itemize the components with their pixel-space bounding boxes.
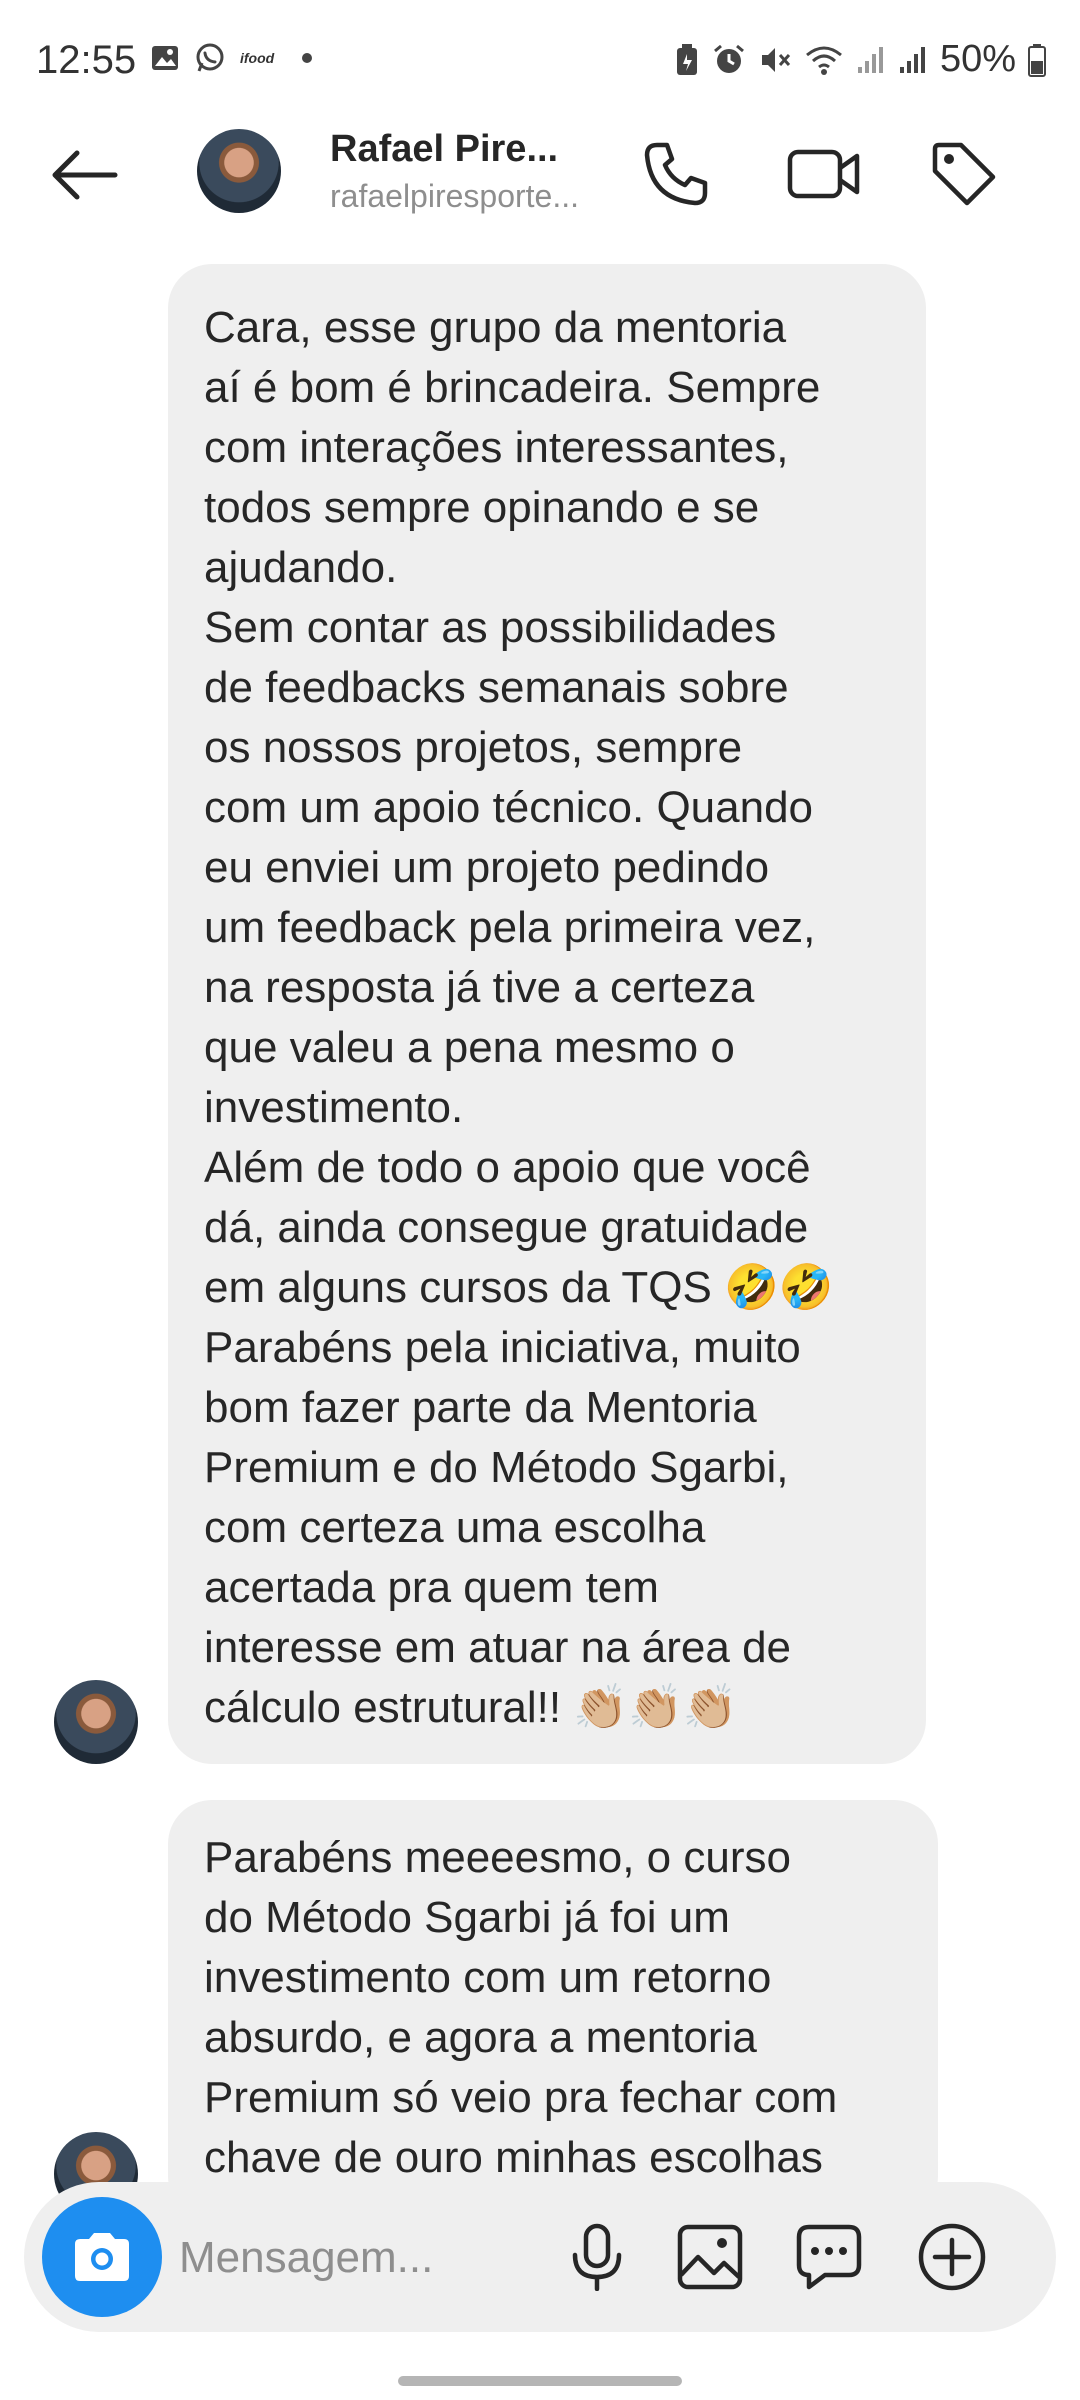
alarm-icon	[713, 44, 744, 73]
ifood-notification-icon: ifood	[240, 50, 275, 66]
back-button[interactable]	[44, 140, 124, 210]
sticker-button[interactable]	[784, 2212, 874, 2302]
chat-header: Rafael Pire... rafaelpiresporte...	[0, 120, 1080, 230]
signal-icon-2	[899, 46, 925, 73]
contact-username[interactable]: rafaelpiresporte...	[330, 178, 579, 215]
voice-call-button[interactable]	[636, 134, 716, 214]
battery-percentage: 50%	[939, 38, 1016, 80]
message-bubble[interactable]: Parabéns meeeesmo, o curso do Método Sga…	[168, 1800, 938, 2220]
signal-icon	[857, 46, 883, 73]
sender-avatar[interactable]	[54, 1680, 138, 1764]
tag-button[interactable]	[924, 134, 1004, 214]
image-icon	[677, 2224, 743, 2290]
system-icons: 50%	[674, 38, 1046, 81]
battery-saver-icon	[676, 43, 697, 75]
camera-icon	[75, 2233, 129, 2281]
battery-icon	[1028, 43, 1046, 77]
message-composer	[24, 2182, 1056, 2332]
profile-avatar[interactable]	[197, 129, 281, 213]
wifi-icon	[805, 46, 842, 75]
mute-icon	[761, 47, 791, 72]
more-notifications-dot	[302, 53, 313, 63]
message-bubble[interactable]: Cara, esse grupo da mentoria aí é bom é …	[168, 264, 926, 1764]
message-input[interactable]	[179, 2228, 449, 2288]
tag-icon	[932, 142, 996, 206]
back-arrow-icon	[52, 150, 118, 200]
camera-button[interactable]	[42, 2197, 162, 2317]
plus-circle-icon	[918, 2223, 986, 2291]
status-bar: 12:55 ifood 50%	[0, 0, 1080, 125]
more-options-button[interactable]	[907, 2212, 997, 2302]
whatsapp-notification-icon	[196, 43, 224, 72]
home-indicator[interactable]	[398, 2376, 682, 2386]
gallery-button[interactable]	[665, 2212, 755, 2302]
video-call-button[interactable]	[784, 134, 864, 214]
voice-message-button[interactable]	[552, 2212, 642, 2302]
phone-icon	[644, 142, 708, 206]
chat-bubble-icon	[796, 2224, 862, 2290]
status-time: 12:55	[36, 38, 137, 82]
contact-name[interactable]: Rafael Pire...	[330, 128, 558, 171]
microphone-icon	[572, 2223, 622, 2291]
gallery-notification-icon	[152, 46, 178, 70]
video-camera-icon	[787, 149, 860, 199]
notification-icons: ifood	[150, 42, 313, 74]
